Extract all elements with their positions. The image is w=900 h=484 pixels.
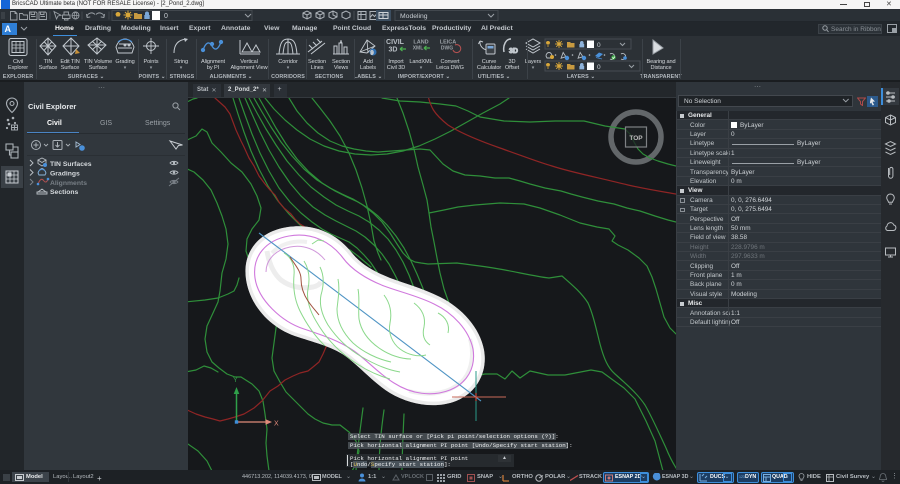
svg-text:Y: Y <box>233 377 238 384</box>
svg-text:3D: 3D <box>509 48 518 55</box>
svg-text:0: 0 <box>164 13 168 20</box>
svg-text:Sections: Sections <box>50 189 79 196</box>
svg-text:XML: XML <box>413 46 424 52</box>
svg-text:DWG: DWG <box>441 46 453 52</box>
svg-text:TOP: TOP <box>629 135 643 142</box>
svg-text:X: X <box>274 421 279 428</box>
svg-text:CIVIL: CIVIL <box>386 39 405 46</box>
svg-text:9: 9 <box>371 51 374 57</box>
svg-text:0: 0 <box>597 42 601 49</box>
svg-text:0: 0 <box>597 64 601 71</box>
svg-text:Gradings: Gradings <box>50 171 80 178</box>
svg-text:TIN Surfaces: TIN Surfaces <box>50 161 92 168</box>
svg-text:Modeling: Modeling <box>400 13 428 20</box>
svg-text:3D: 3D <box>389 47 398 54</box>
svg-text:Alignments: Alignments <box>50 180 87 187</box>
